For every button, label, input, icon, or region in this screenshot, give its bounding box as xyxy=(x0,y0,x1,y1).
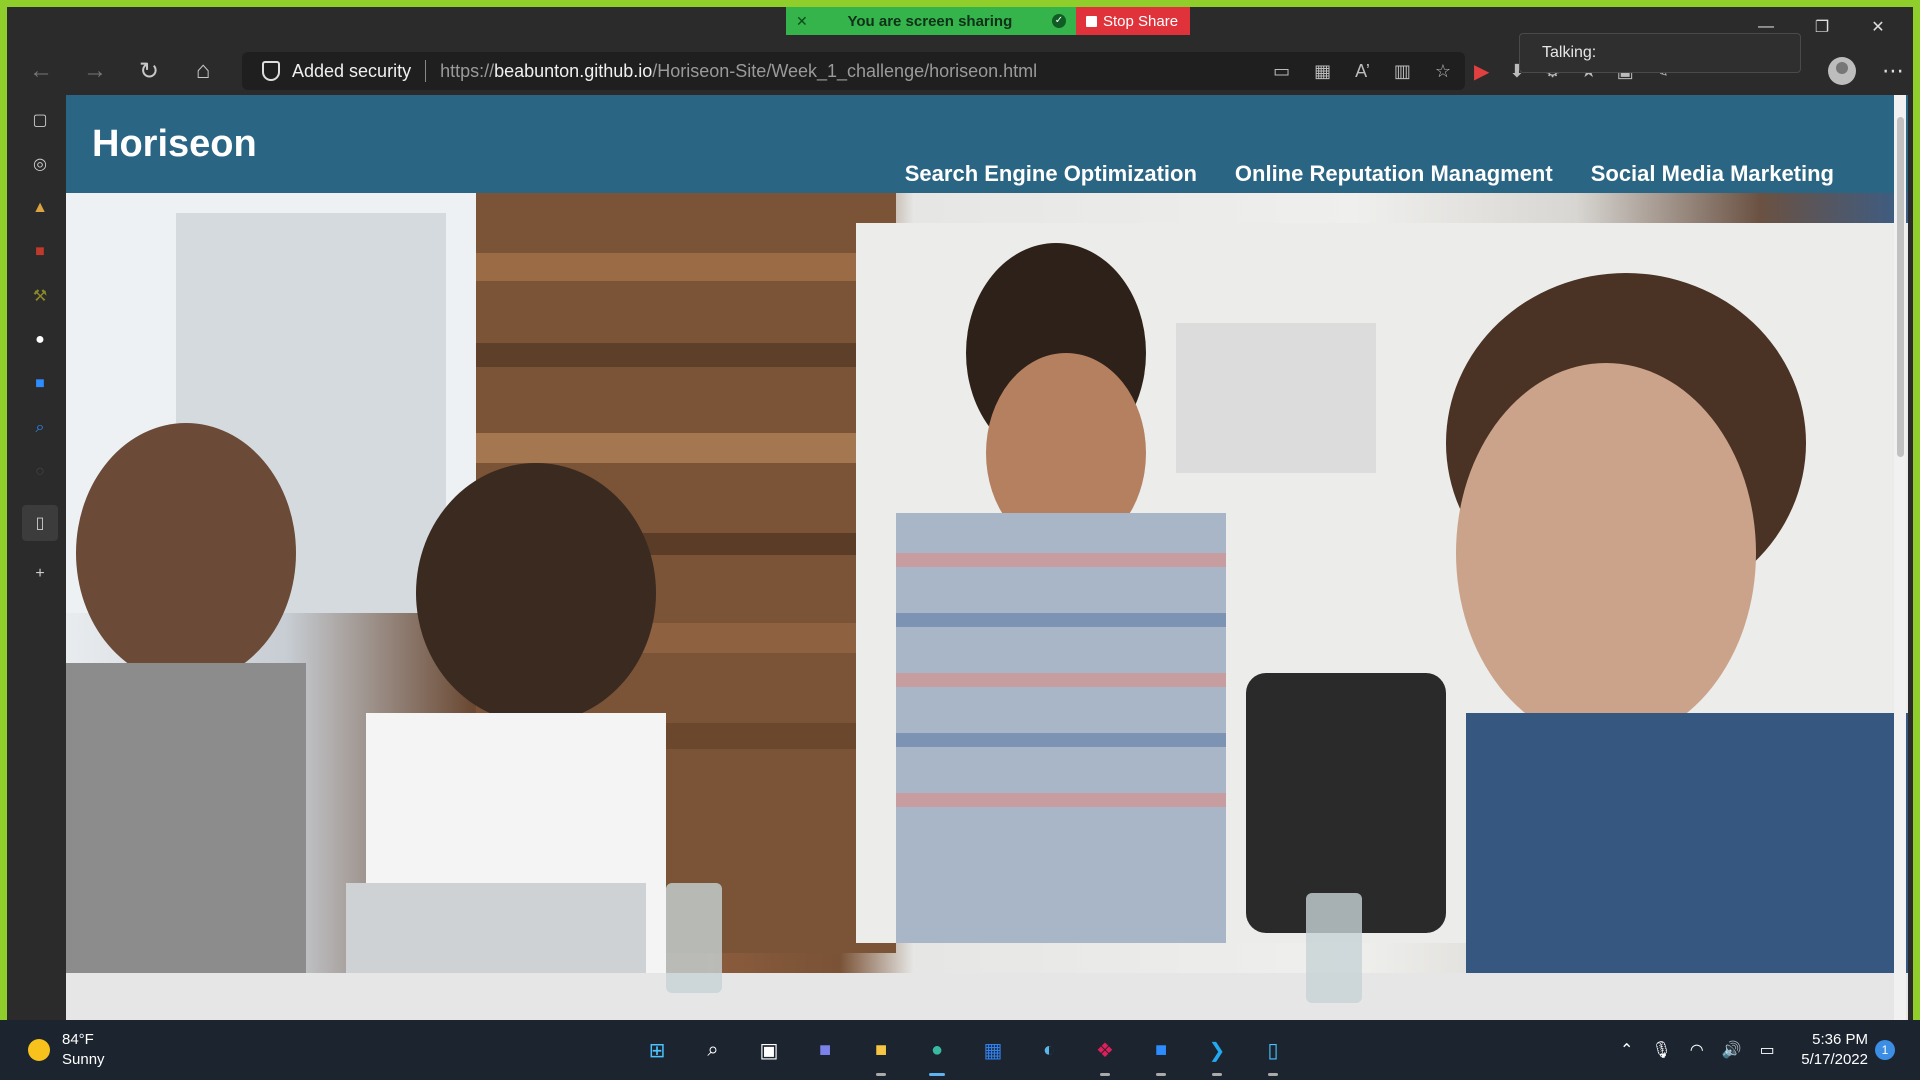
site-header: Horiseon Search Engine Optimization Onli… xyxy=(66,95,1908,193)
back-button[interactable]: ← xyxy=(14,51,68,91)
drive-icon[interactable]: ▲ xyxy=(29,197,51,219)
browser-sidebar: ▢ ◎ ▲ ■ ⚒ ● ■ ⌕ ○ ▯ + xyxy=(14,95,66,1027)
pin-icon[interactable]: ✕ xyxy=(796,13,808,30)
shield-check-icon: ✓ xyxy=(1052,14,1066,28)
grid-icon[interactable]: ▦ xyxy=(1314,61,1331,82)
vscode-icon[interactable]: ❯ xyxy=(1200,1033,1234,1076)
file-explorer-icon[interactable]: ■ xyxy=(864,1033,898,1076)
home-button[interactable]: ⌂ xyxy=(176,51,230,91)
weather-text: 84°F Sunny xyxy=(62,1030,105,1070)
stop-share-button[interactable]: Stop Share xyxy=(1076,7,1190,35)
stop-share-label: Stop Share xyxy=(1103,12,1179,30)
teams-chat-icon[interactable]: ■ xyxy=(808,1033,842,1067)
clock-date: 5/17/2022 xyxy=(1801,1051,1868,1068)
tab-actions-icon[interactable]: ▢ xyxy=(29,109,51,131)
window-frame: ✕ You are screen sharing ✓ Stop Share — … xyxy=(0,0,1920,1080)
taskbar-apps: ⊞ ⌕ ▣ ■ ■ ● ▦ ◐ ❖ ■ ❯ ▯ xyxy=(640,1033,1290,1076)
zoom-icon[interactable]: ■ xyxy=(1144,1033,1178,1076)
shield-icon[interactable] xyxy=(262,61,280,81)
clock-time: 5:36 PM xyxy=(1812,1031,1868,1048)
url-host: beabunton.github.io xyxy=(494,60,653,81)
close-button[interactable]: ✕ xyxy=(1850,7,1906,47)
read-aloud-icon[interactable]: A’ xyxy=(1355,61,1370,82)
edge-icon[interactable]: ● xyxy=(920,1033,954,1076)
refresh-button[interactable]: ↻ xyxy=(122,51,176,91)
hero-image xyxy=(66,193,1908,1027)
nav-link-social-media[interactable]: Social Media Marketing xyxy=(1591,161,1834,187)
reader-view-icon[interactable]: ▥ xyxy=(1394,61,1411,82)
add-icon[interactable]: + xyxy=(29,563,51,585)
battery-icon[interactable]: ▭ xyxy=(1760,1040,1775,1060)
chevron-up-icon[interactable]: ⌃ xyxy=(1620,1040,1633,1060)
notification-badge[interactable]: 1 xyxy=(1875,1040,1895,1060)
document-icon[interactable]: ▯ xyxy=(22,505,58,541)
site-nav: Search Engine Optimization Online Reputa… xyxy=(905,161,1834,187)
app-available-icon[interactable]: ▭ xyxy=(1273,61,1290,82)
search-icon[interactable]: ⌕ xyxy=(29,417,51,439)
screen-share-banner: ✕ You are screen sharing ✓ Stop Share xyxy=(786,7,1190,35)
nav-link-seo[interactable]: Search Engine Optimization xyxy=(905,161,1197,187)
web-page: Horiseon Search Engine Optimization Onli… xyxy=(66,95,1908,1027)
screen-share-status-label: You are screen sharing xyxy=(847,12,1013,30)
talking-indicator: Talking: xyxy=(1519,33,1801,73)
search-icon[interactable]: ⌕ xyxy=(696,1033,730,1067)
slack-icon[interactable]: ❖ xyxy=(1088,1033,1122,1076)
blank-icon[interactable]: ○ xyxy=(29,461,51,483)
url-prefix: https:// xyxy=(440,60,495,81)
url-path: /Horiseon-Site/Week_1_challenge/horiseon… xyxy=(652,60,1038,81)
clock[interactable]: 5:36 PM 5/17/2022 xyxy=(1788,1030,1868,1070)
github-icon[interactable]: ● xyxy=(29,329,51,351)
site-logo[interactable]: Horiseon xyxy=(92,123,257,166)
tools-icon[interactable]: ⚒ xyxy=(29,285,51,307)
nav-link-reputation[interactable]: Online Reputation Managment xyxy=(1235,161,1553,187)
talking-label: Talking: xyxy=(1542,44,1597,61)
address-divider xyxy=(425,60,427,82)
page-scrollbar[interactable] xyxy=(1894,95,1906,1027)
restore-button[interactable]: ❐ xyxy=(1794,7,1850,47)
scrollbar-thumb[interactable] xyxy=(1897,117,1904,457)
hero-photo-illustration xyxy=(66,193,1908,1027)
zoom-icon[interactable]: ■ xyxy=(29,373,51,395)
add-favorite-icon[interactable]: ☆ xyxy=(1435,61,1451,82)
address-bar-icons: ▭ ▦ A’ ▥ ☆ xyxy=(1273,61,1451,82)
task-view-icon[interactable]: ▣ xyxy=(752,1033,786,1067)
system-tray: ⌃ 🎙 ◠ 🔊 ▭ xyxy=(1620,1040,1775,1060)
forward-button[interactable]: → xyxy=(68,51,122,91)
wifi-icon[interactable]: ◠ xyxy=(1690,1040,1704,1060)
sun-icon xyxy=(28,1039,50,1061)
url-text[interactable]: https://beabunton.github.io/Horiseon-Sit… xyxy=(440,61,1037,82)
address-bar[interactable]: Added security https://beabunton.github.… xyxy=(242,52,1465,90)
weather-widget[interactable]: 84°F Sunny xyxy=(28,1030,105,1070)
weather-temperature: 84°F xyxy=(62,1031,94,1048)
screen-share-status: ✕ You are screen sharing ✓ xyxy=(786,7,1076,35)
paint-icon[interactable]: ◐ xyxy=(1032,1033,1066,1067)
profile-avatar[interactable] xyxy=(1828,57,1856,85)
taskbar: 84°F Sunny ⊞ ⌕ ▣ ■ ■ ● ▦ ◐ ❖ ■ ❯ ▯ ⌃ 🎙 ◠… xyxy=(0,1020,1920,1080)
more-menu-icon[interactable]: ⋯ xyxy=(1882,58,1906,84)
weather-condition: Sunny xyxy=(62,1051,105,1068)
notepad-icon[interactable]: ▯ xyxy=(1256,1033,1290,1076)
recording-extension-icon[interactable]: ▶ xyxy=(1474,59,1489,84)
game-icon[interactable]: ■ xyxy=(29,241,51,263)
volume-icon[interactable]: 🔊 xyxy=(1722,1040,1742,1060)
security-label[interactable]: Added security xyxy=(292,61,411,82)
stop-icon xyxy=(1086,15,1097,27)
calendar-icon[interactable]: ▦ xyxy=(976,1033,1010,1067)
history-icon[interactable]: ◎ xyxy=(29,153,51,175)
start-icon[interactable]: ⊞ xyxy=(640,1033,674,1067)
microphone-icon[interactable]: 🎙 xyxy=(1651,1040,1671,1060)
